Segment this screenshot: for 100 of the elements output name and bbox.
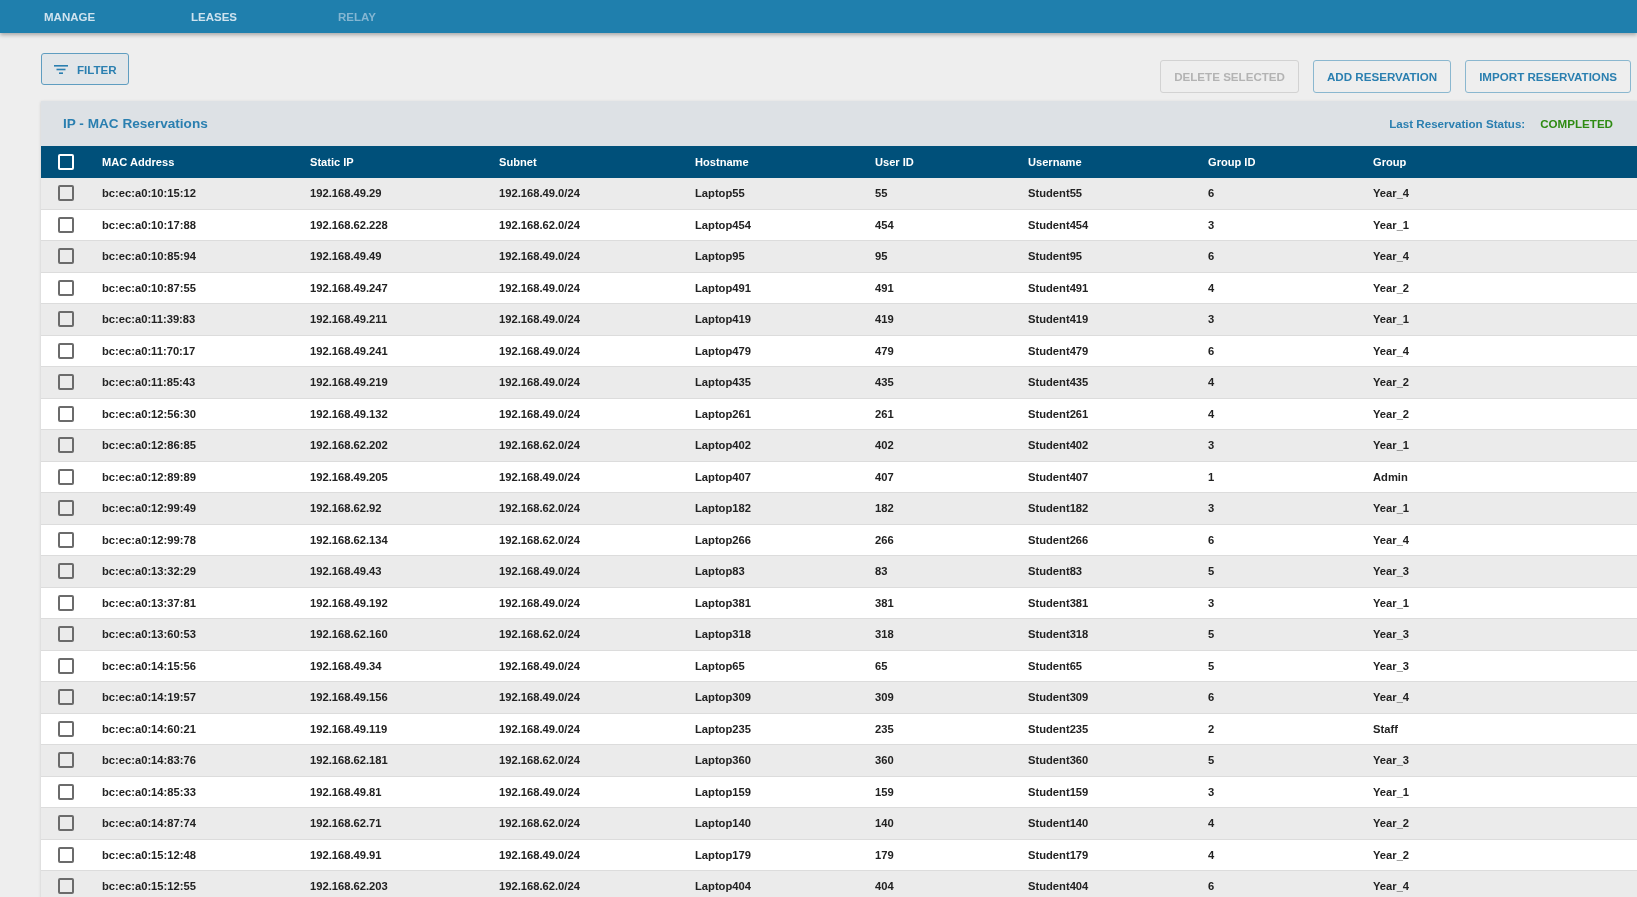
table-cell: bc:ec:a0:13:32:29 <box>102 565 196 578</box>
table-cell: Year_4 <box>1373 880 1410 893</box>
table-cell: Student55 <box>1028 187 1083 200</box>
table-cell: 360 <box>875 754 894 767</box>
table-cell: Staff <box>1373 722 1398 735</box>
table-cell: 266 <box>875 533 894 546</box>
row-checkbox[interactable] <box>58 626 74 643</box>
table-cell: 140 <box>875 817 894 830</box>
table-cell: 192.168.49.156 <box>310 691 388 704</box>
status-value: COMPLETED <box>1540 117 1613 130</box>
table-cell: 159 <box>875 785 894 798</box>
action-button[interactable]: IMPORT RESERVATIONS <box>1465 60 1631 93</box>
table-cell: 5 <box>1208 565 1215 578</box>
table-cell: Year_1 <box>1373 596 1410 609</box>
table-cell: Year_1 <box>1373 785 1410 798</box>
row-checkbox[interactable] <box>58 279 74 296</box>
row-checkbox[interactable] <box>58 563 74 580</box>
table-cell: bc:ec:a0:14:85:33 <box>102 785 196 798</box>
table-cell: Year_3 <box>1373 659 1410 672</box>
table-cell: Student381 <box>1028 596 1089 609</box>
table-cell: bc:ec:a0:11:39:83 <box>102 313 196 326</box>
status-label: Last Reservation Status: <box>1389 117 1526 130</box>
table-cell: 3 <box>1208 439 1215 452</box>
table-cell: 192.168.49.0/24 <box>499 376 580 389</box>
table-cell: Laptop491 <box>695 281 751 294</box>
column-header[interactable]: Subnet <box>499 156 537 168</box>
row-checkbox[interactable] <box>58 374 74 391</box>
table-cell: Laptop309 <box>695 691 751 704</box>
table-cell: 192.168.49.192 <box>310 596 388 609</box>
table-cell: Laptop479 <box>695 344 751 357</box>
column-header[interactable]: Group <box>1373 156 1407 168</box>
table-cell: 192.168.49.49 <box>310 250 382 263</box>
column-header[interactable]: Username <box>1028 156 1082 168</box>
filter-button[interactable]: FILTER <box>41 53 129 85</box>
row-checkbox[interactable] <box>58 405 74 422</box>
table-cell: 182 <box>875 502 894 515</box>
table-cell: 3 <box>1208 502 1215 515</box>
table-cell: 192.168.49.219 <box>310 376 388 389</box>
table-cell: Student182 <box>1028 502 1089 515</box>
table-cell: bc:ec:a0:12:56:30 <box>102 407 196 420</box>
row-checkbox[interactable] <box>58 783 74 800</box>
row-checkbox[interactable] <box>58 531 74 548</box>
row-checkbox[interactable] <box>58 185 74 202</box>
row-checkbox[interactable] <box>58 689 74 706</box>
table-cell: Year_2 <box>1373 281 1410 294</box>
table-cell: 5 <box>1208 628 1215 641</box>
row-checkbox[interactable] <box>58 815 74 832</box>
table-cell: bc:ec:a0:13:37:81 <box>102 596 196 609</box>
row-checkbox[interactable] <box>58 500 74 517</box>
table-cell: 95 <box>875 250 888 263</box>
column-header[interactable]: User ID <box>875 156 914 168</box>
table-cell: 435 <box>875 376 894 389</box>
row-checkbox[interactable] <box>58 248 74 265</box>
column-header[interactable]: MAC Address <box>102 156 175 168</box>
table-cell: Student159 <box>1028 785 1089 798</box>
table-cell: Laptop381 <box>695 596 751 609</box>
action-button[interactable]: ADD RESERVATION <box>1313 60 1452 93</box>
table-cell: bc:ec:a0:14:87:74 <box>102 817 196 830</box>
row-checkbox[interactable] <box>58 878 74 895</box>
table-cell: Year_4 <box>1373 250 1410 263</box>
row-checkbox[interactable] <box>58 311 74 328</box>
table-cell: 192.168.62.0/24 <box>499 880 580 893</box>
table-cell: Laptop419 <box>695 313 751 326</box>
table-cell: 192.168.49.0/24 <box>499 691 580 704</box>
row-checkbox[interactable] <box>58 720 74 737</box>
select-all-checkbox[interactable] <box>58 154 74 170</box>
row-checkbox[interactable] <box>58 594 74 611</box>
column-header[interactable]: Group ID <box>1208 156 1256 168</box>
table-cell: Year_4 <box>1373 691 1410 704</box>
table-cell: 381 <box>875 596 894 609</box>
column-header[interactable]: Hostname <box>695 156 749 168</box>
filter-icon <box>54 64 68 74</box>
table-cell: 318 <box>875 628 894 641</box>
table-cell: Year_2 <box>1373 407 1410 420</box>
row-checkbox[interactable] <box>58 657 74 674</box>
table-cell: 192.168.62.0/24 <box>499 628 580 641</box>
table-cell: 192.168.49.43 <box>310 565 382 578</box>
table-cell: 6 <box>1208 880 1215 893</box>
table-cell: 192.168.49.0/24 <box>499 250 580 263</box>
table-cell: 5 <box>1208 659 1215 672</box>
table-cell: Student318 <box>1028 628 1089 641</box>
table-cell: 83 <box>875 565 888 578</box>
row-checkbox[interactable] <box>58 752 74 769</box>
table-cell: 192.168.49.0/24 <box>499 596 580 609</box>
row-checkbox[interactable] <box>58 342 74 359</box>
row-checkbox[interactable] <box>58 846 74 863</box>
table-cell: bc:ec:a0:11:85:43 <box>102 376 196 389</box>
row-checkbox[interactable] <box>58 216 74 233</box>
table-cell: Laptop95 <box>695 250 745 263</box>
table-cell: 192.168.49.91 <box>310 848 382 861</box>
table-cell: Year_1 <box>1373 439 1410 452</box>
table-cell: Year_4 <box>1373 533 1410 546</box>
table-cell: 192.168.49.0/24 <box>499 659 580 672</box>
row-checkbox[interactable] <box>58 468 74 485</box>
table-cell: Year_3 <box>1373 754 1410 767</box>
row-checkbox[interactable] <box>58 437 74 454</box>
table-cell: Laptop404 <box>695 880 751 893</box>
column-header[interactable]: Static IP <box>310 156 354 168</box>
table-cell: Year_1 <box>1373 502 1410 515</box>
table-cell: bc:ec:a0:12:99:49 <box>102 502 196 515</box>
